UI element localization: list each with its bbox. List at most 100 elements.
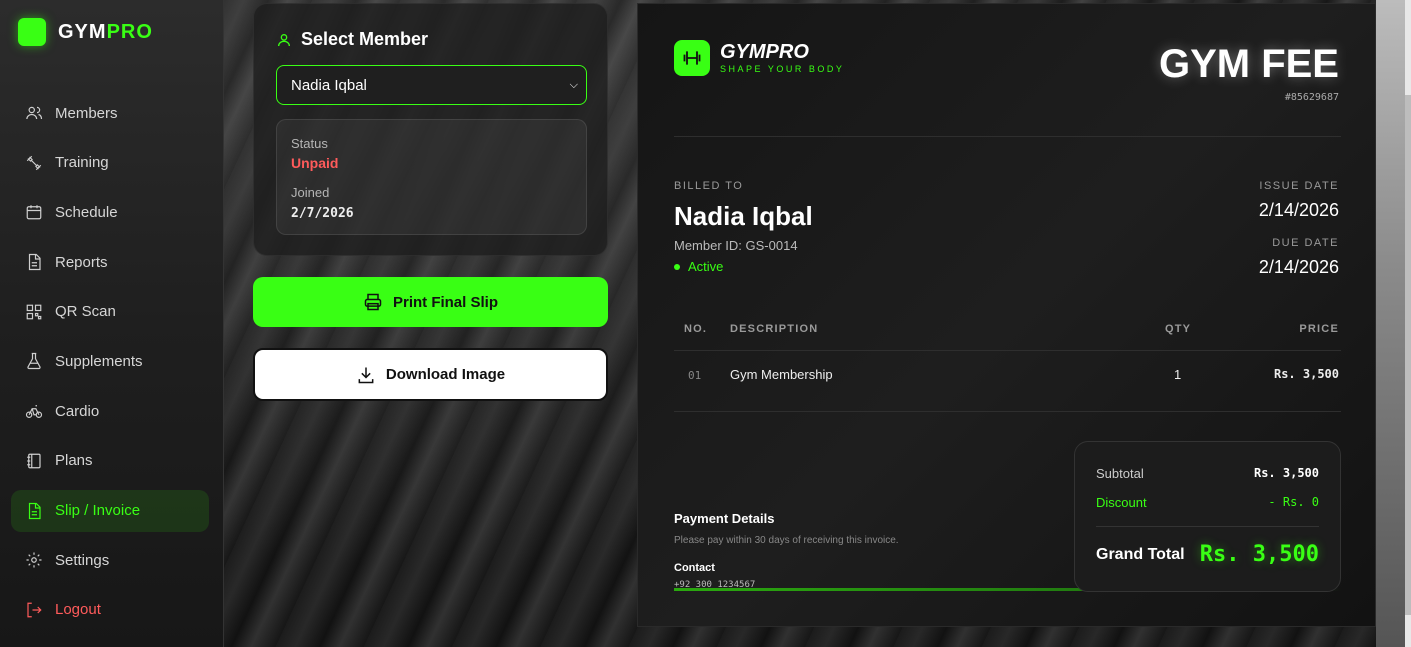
grand-total-label: Grand Total [1096, 545, 1185, 563]
totals-divider [1096, 526, 1319, 527]
document-icon [28, 253, 41, 271]
billed-to-label: BILLED TO [674, 180, 744, 192]
sidebar-item-label: Supplements [55, 352, 143, 370]
status-value: Unpaid [291, 155, 339, 171]
grand-total-value: Rs. 3,500 [1199, 542, 1319, 567]
download-image-button[interactable]: Download Image [253, 348, 608, 401]
sidebar-item-logout[interactable]: Logout [11, 589, 209, 631]
member-select-value: Nadia Iqbal [291, 76, 367, 94]
select-member-panel: Select Member Nadia Iqbal ⌵ Status Unpai… [253, 3, 608, 256]
discount-row: Discount - Rs. 0 [1096, 495, 1319, 510]
column-header-description: DESCRIPTION [730, 323, 819, 335]
sidebar-item-label: Schedule [55, 203, 118, 221]
sidebar-item-cardio[interactable]: Cardio [11, 390, 209, 432]
sidebar-item-label: Members [55, 104, 118, 122]
user-icon [278, 33, 290, 46]
item-price: Rs. 3,500 [1273, 367, 1339, 381]
item-no: 01 [688, 369, 702, 382]
divider [674, 350, 1341, 351]
sidebar-nav: Members Training Schedule Reports QR Sca… [11, 92, 209, 639]
sidebar-item-reports[interactable]: Reports [11, 241, 209, 283]
print-button-label: Print Final Slip [392, 293, 498, 311]
flask-icon [27, 353, 41, 370]
print-final-slip-button[interactable]: Print Final Slip [253, 277, 608, 327]
divider [674, 411, 1341, 412]
sidebar: GYMPRO Members Training Schedule Reports… [0, 0, 224, 647]
status-dot-icon [674, 263, 680, 270]
invoice-title: GYM FEE [1158, 42, 1339, 86]
payment-details-title: Payment Details [674, 511, 775, 526]
member-id: Member ID: GS-0014 [674, 238, 798, 253]
discount-label: Discount [1096, 495, 1147, 510]
sidebar-item-qr-scan[interactable]: QR Scan [11, 291, 209, 333]
grand-total-row: Grand Total Rs. 3,500 [1096, 542, 1319, 567]
member-select[interactable]: Nadia Iqbal ⌵ [276, 65, 587, 105]
sidebar-item-label: Logout [55, 601, 101, 619]
sidebar-item-label: Cardio [55, 402, 100, 420]
sidebar-item-members[interactable]: Members [11, 92, 209, 134]
item-description: Gym Membership [730, 367, 833, 382]
invoice-preview: GYMPRO SHAPE YOUR BODY GYM FEE #85629687… [637, 3, 1376, 627]
invoice-icon [28, 502, 41, 519]
member-status: Active [674, 259, 723, 274]
download-icon [358, 367, 374, 383]
sidebar-item-label: Settings [55, 551, 110, 569]
sidebar-item-label: Plans [55, 452, 93, 470]
status-label: Status [291, 136, 328, 151]
bicycle-icon [25, 405, 43, 419]
billed-member-name: Nadia Iqbal [674, 201, 813, 231]
dumbbell-logo-icon [674, 40, 710, 76]
logo-mark-icon [18, 18, 46, 46]
sidebar-item-training[interactable]: Training [11, 142, 209, 184]
calendar-icon [26, 205, 42, 220]
issue-date-label: ISSUE DATE [1259, 180, 1339, 192]
invoice-tagline: SHAPE YOUR BODY [720, 64, 845, 74]
app-logo[interactable]: GYMPRO [18, 18, 153, 46]
due-date-value: 2/14/2026 [1258, 257, 1339, 277]
sidebar-item-slip-invoice[interactable]: Slip / Invoice [11, 489, 209, 532]
invoice-brand: GYMPRO [720, 41, 809, 63]
column-header-no: NO. [684, 323, 708, 335]
totals-box: Subtotal Rs. 3,500 Discount - Rs. 0 Gran… [1074, 441, 1341, 592]
qr-icon [26, 304, 42, 320]
invoice-number: #85629687 [1284, 92, 1339, 103]
notebook-icon [27, 453, 41, 469]
subtotal-value: Rs. 3,500 [1253, 466, 1319, 480]
subtotal-row: Subtotal Rs. 3,500 [1096, 466, 1319, 481]
app-name: GYMPRO [58, 20, 153, 43]
gear-icon [26, 552, 42, 568]
logout-icon [27, 602, 42, 618]
discount-value: - Rs. 0 [1268, 495, 1319, 509]
payment-note: Please pay within 30 days of receiving t… [674, 535, 899, 546]
sidebar-item-schedule[interactable]: Schedule [11, 191, 209, 233]
scrollbar-thumb[interactable] [1405, 95, 1411, 615]
sidebar-item-settings[interactable]: Settings [11, 539, 209, 581]
joined-value: 2/7/2026 [291, 206, 354, 221]
sidebar-item-plans[interactable]: Plans [11, 440, 209, 482]
subtotal-label: Subtotal [1096, 466, 1144, 481]
sidebar-item-label: Slip / Invoice [55, 502, 141, 519]
sidebar-item-label: QR Scan [55, 303, 116, 321]
invoice-logo: GYMPRO SHAPE YOUR BODY [674, 40, 844, 76]
member-status-text: Active [688, 259, 724, 274]
sidebar-item-supplements[interactable]: Supplements [11, 340, 209, 382]
item-qty: 1 [1174, 367, 1182, 382]
users-icon [26, 106, 43, 120]
member-info-box: Status Unpaid Joined 2/7/2026 [276, 119, 587, 235]
joined-label: Joined [291, 185, 330, 200]
sidebar-item-label: Training [55, 154, 109, 172]
issue-date-value: 2/14/2026 [1258, 200, 1339, 220]
contact-title: Contact [674, 562, 715, 574]
due-date-label: DUE DATE [1272, 237, 1339, 249]
divider [674, 136, 1341, 137]
panel-title-text: Select Member [301, 29, 429, 49]
chevron-down-icon: ⌵ [569, 78, 578, 91]
page-scrollbar[interactable] [1405, 0, 1411, 647]
sidebar-item-label: Reports [55, 253, 108, 271]
panel-title: Select Member [276, 29, 428, 50]
column-header-qty: QTY [1165, 323, 1192, 335]
download-button-label: Download Image [385, 366, 506, 383]
column-header-price: PRICE [1299, 323, 1339, 335]
printer-icon [364, 293, 382, 311]
dumbbell-icon [26, 155, 42, 170]
